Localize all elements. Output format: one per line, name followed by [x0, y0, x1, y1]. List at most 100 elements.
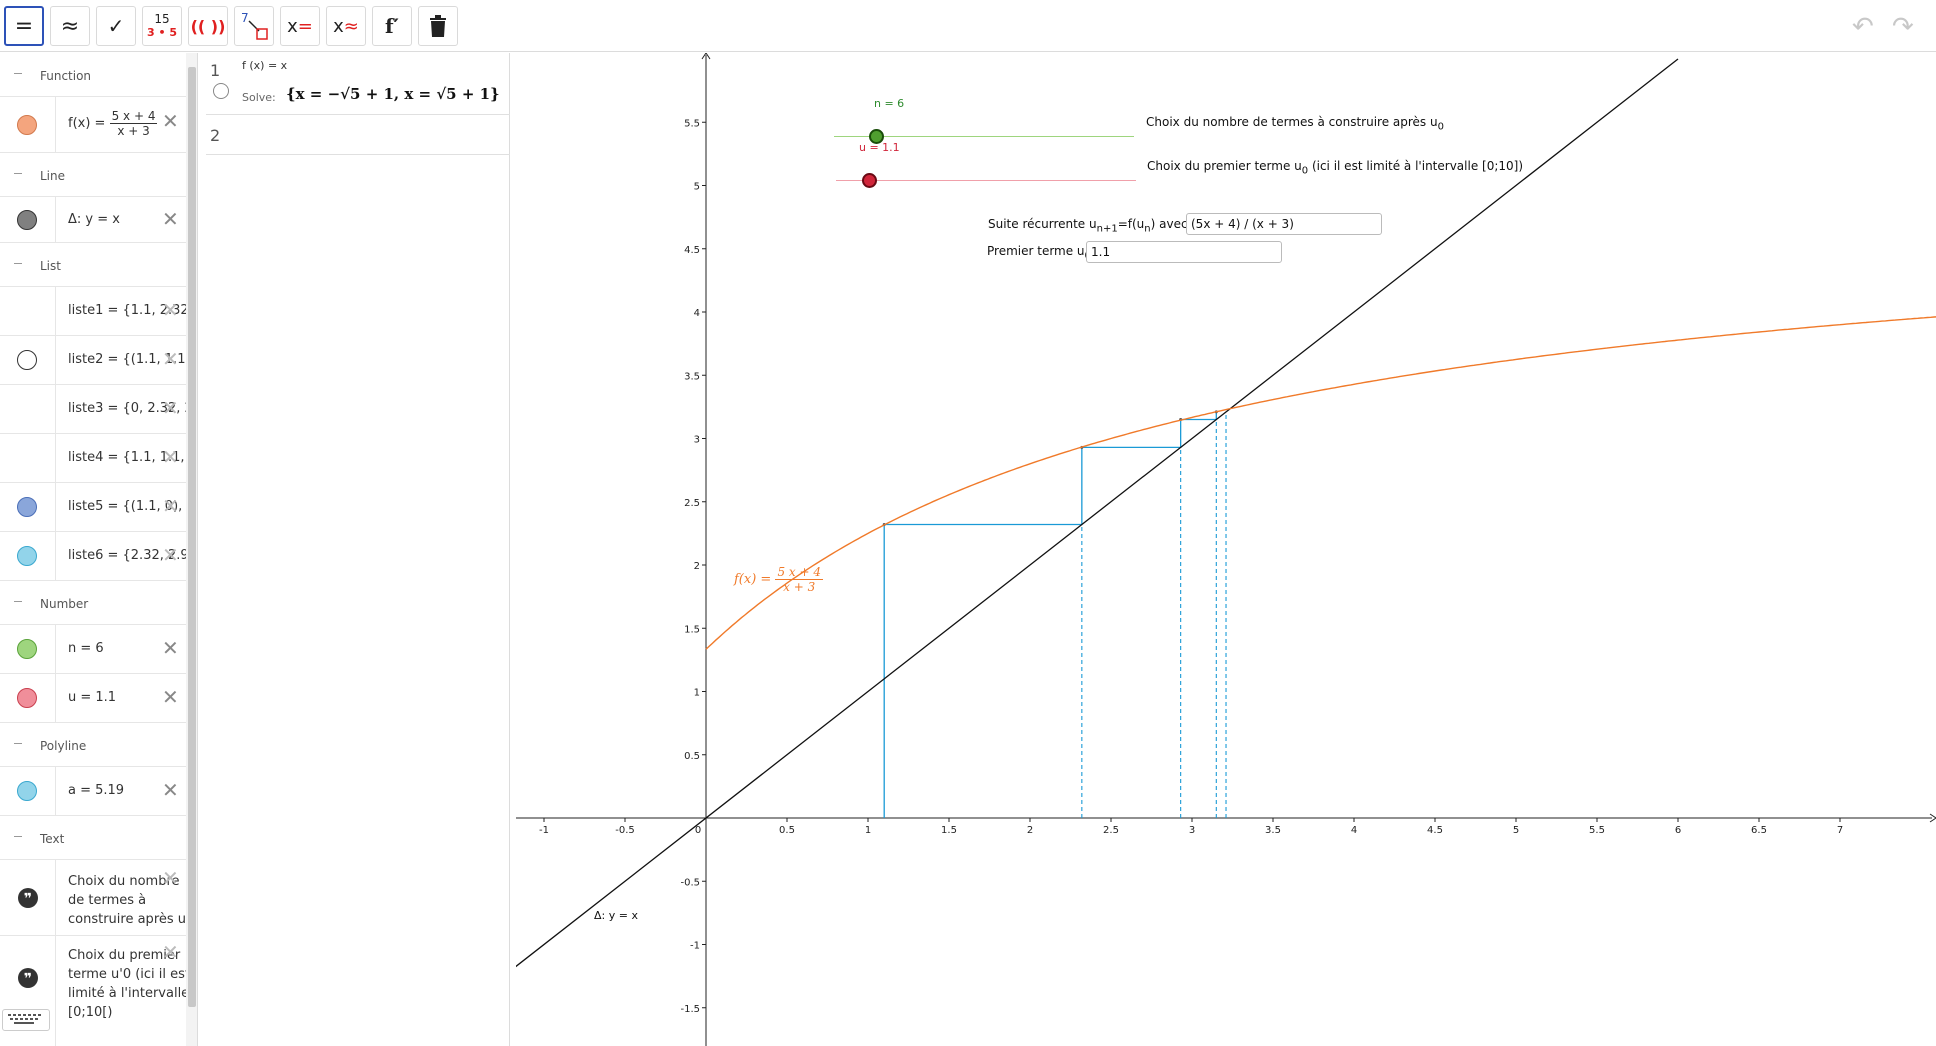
algebra-item-u[interactable]: u = 1.1 ✕: [0, 674, 186, 723]
delete-item-icon[interactable]: ✕: [162, 687, 179, 707]
visibility-toggle-f[interactable]: [17, 115, 37, 135]
visibility-toggle-liste5[interactable]: [17, 497, 37, 517]
y-tick-label: -1: [690, 941, 700, 952]
text-line: limité à l'intervalle: [68, 986, 190, 1001]
quote-icon[interactable]: ❞: [18, 968, 38, 988]
delete-item-icon[interactable]: ✕: [162, 111, 179, 131]
delete-item-icon[interactable]: ✕: [162, 300, 179, 320]
evaluate-button[interactable]: =: [4, 6, 44, 46]
algebra-item-liste5[interactable]: liste5 = {(1.1, 0), (1 ✕: [0, 483, 197, 532]
category-text[interactable]: Text: [0, 816, 186, 860]
x-tick-label: 3: [1189, 825, 1195, 836]
visibility-toggle-u[interactable]: [17, 688, 37, 708]
undo-icon[interactable]: ↶: [1852, 12, 1874, 42]
cas-row-1[interactable]: 1 f (x) = x Solve: {x = −√5 + 1, x = √5 …: [206, 53, 510, 115]
delete-item-icon[interactable]: ✕: [162, 349, 179, 369]
solve-button[interactable]: x=: [280, 6, 320, 46]
first-term-input-value: 1.1: [1091, 245, 1111, 259]
keyboard-button[interactable]: [2, 1009, 50, 1031]
solve-numerically-icon: x≈: [333, 15, 359, 37]
cas-visibility-toggle[interactable]: [213, 83, 229, 99]
delete-icon: [430, 15, 446, 37]
cobweb-polyline: [883, 411, 1217, 818]
y-tick-label: 5.5: [684, 118, 700, 129]
y-tick-label: 3.5: [684, 371, 700, 382]
category-polyline[interactable]: Polyline: [0, 723, 186, 767]
category-list[interactable]: List: [0, 243, 186, 287]
algebra-item-liste4[interactable]: liste4 = {1.1, 1.1, 2. ✕: [0, 434, 197, 483]
substitute-button[interactable]: 7: [234, 6, 274, 46]
expand-button[interactable]: (( )): [188, 6, 228, 46]
function-curve: [705, 316, 1936, 650]
slider-u-track[interactable]: [836, 180, 1136, 181]
visibility-toggle-liste2[interactable]: [17, 350, 37, 370]
delete-item-icon[interactable]: ✕: [162, 545, 179, 565]
delete-item-icon[interactable]: ✕: [162, 398, 179, 418]
visibility-toggle-a[interactable]: [17, 781, 37, 801]
algebra-item-n[interactable]: n = 6 ✕: [0, 625, 186, 674]
premier-terme-label: Premier terme u0=: [987, 244, 1101, 261]
collapse-icon[interactable]: [12, 595, 24, 607]
scroll-thumb[interactable]: [188, 67, 196, 1007]
derivative-button[interactable]: f′: [372, 6, 412, 46]
number-definition: u = 1.1: [68, 690, 117, 705]
numeric-button[interactable]: ≈: [50, 6, 90, 46]
function-input[interactable]: (5x + 4) / (x + 3): [1186, 213, 1382, 235]
quote-icon[interactable]: ❞: [18, 888, 38, 908]
delete-item-icon[interactable]: ✕: [162, 868, 179, 888]
delete-item-icon[interactable]: ✕: [162, 942, 179, 962]
keep-input-button[interactable]: ✓: [96, 6, 136, 46]
slider-u[interactable]: [836, 165, 1136, 195]
cas-input[interactable]: f (x) = x: [242, 59, 287, 72]
expand-icon: (( )): [190, 16, 226, 36]
algebra-scrollbar[interactable]: [186, 53, 197, 1046]
category-line[interactable]: Line: [0, 153, 186, 197]
algebra-item-line[interactable]: Δ: y = x ✕: [0, 197, 186, 243]
factor-button[interactable]: 15 3 • 5: [142, 6, 182, 46]
delete-item-icon[interactable]: ✕: [162, 209, 179, 229]
x-tick-label: 6.5: [1751, 825, 1767, 836]
text-line: construire après u'0: [68, 912, 198, 927]
algebra-item-liste2[interactable]: liste2 = {(1.1, 1.1), ✕: [0, 336, 195, 385]
keyboard-icon: [8, 1014, 41, 1024]
delete-item-icon[interactable]: ✕: [162, 780, 179, 800]
collapse-icon[interactable]: [12, 737, 24, 749]
cas-row-2[interactable]: 2: [206, 115, 510, 155]
category-function[interactable]: Function: [0, 53, 186, 97]
cas-solve-label: Solve:: [242, 91, 276, 104]
derivative-icon: f′: [385, 14, 399, 38]
x-tick-label: 1.5: [941, 825, 957, 836]
graph-canvas[interactable]: -1 -0.5 0 0.5 1 1.5 2 2.5 3 3.5 4 4.5 5 5.5 6 6.5 7-1.5-…: [516, 53, 1936, 1046]
function-input-value: (5x + 4) / (x + 3): [1191, 217, 1294, 231]
algebra-item-liste1[interactable]: liste1 = {1.1, 2.32, 2 ✕: [0, 287, 197, 336]
delete-item-icon[interactable]: ✕: [162, 496, 179, 516]
algebra-item-function[interactable]: f(x) = 5 x + 4x + 3 ✕: [0, 97, 186, 153]
collapse-icon[interactable]: [12, 67, 24, 79]
algebra-item-polyline[interactable]: a = 5.19 ✕: [0, 767, 186, 816]
visibility-toggle-line[interactable]: [17, 210, 37, 230]
visibility-toggle-liste6[interactable]: [17, 546, 37, 566]
collapse-icon[interactable]: [12, 257, 24, 269]
graphics-view[interactable]: -1 -0.5 0 0.5 1 1.5 2 2.5 3 3.5 4 4.5 5 5.5 6 6.5 7 -1.5-…: [516, 53, 1936, 1046]
first-term-input[interactable]: 1.1: [1086, 241, 1282, 263]
collapse-icon[interactable]: [12, 167, 24, 179]
evaluate-icon: =: [14, 13, 34, 39]
collapse-icon[interactable]: [12, 830, 24, 842]
identity-line: [516, 58, 1679, 968]
delete-button[interactable]: [418, 6, 458, 46]
visibility-toggle-n[interactable]: [17, 639, 37, 659]
cas-toolbar: = ≈ ✓ 15 3 • 5 (( )) 7 x= x≈ f′ ↶ ↷: [0, 0, 1936, 52]
solve-numerically-button[interactable]: x≈: [326, 6, 366, 46]
algebra-item-text1[interactable]: ❞ Choix du nombre de termes à construire…: [0, 860, 197, 936]
slider-u-handle[interactable]: [862, 173, 877, 188]
redo-icon[interactable]: ↷: [1892, 12, 1914, 42]
text-line: de termes à: [68, 893, 147, 908]
delete-item-icon[interactable]: ✕: [162, 638, 179, 658]
delete-item-icon[interactable]: ✕: [162, 447, 179, 467]
x-tick-label: 5: [1513, 825, 1519, 836]
algebra-item-liste6[interactable]: liste6 = {2.32, 2.93, ✕: [0, 532, 197, 581]
y-tick-label: 1: [694, 688, 700, 699]
algebra-item-liste3[interactable]: liste3 = {0, 2.32, 2.3 ✕: [0, 385, 197, 434]
category-number[interactable]: Number: [0, 581, 186, 625]
y-tick-label: 3: [694, 435, 700, 446]
